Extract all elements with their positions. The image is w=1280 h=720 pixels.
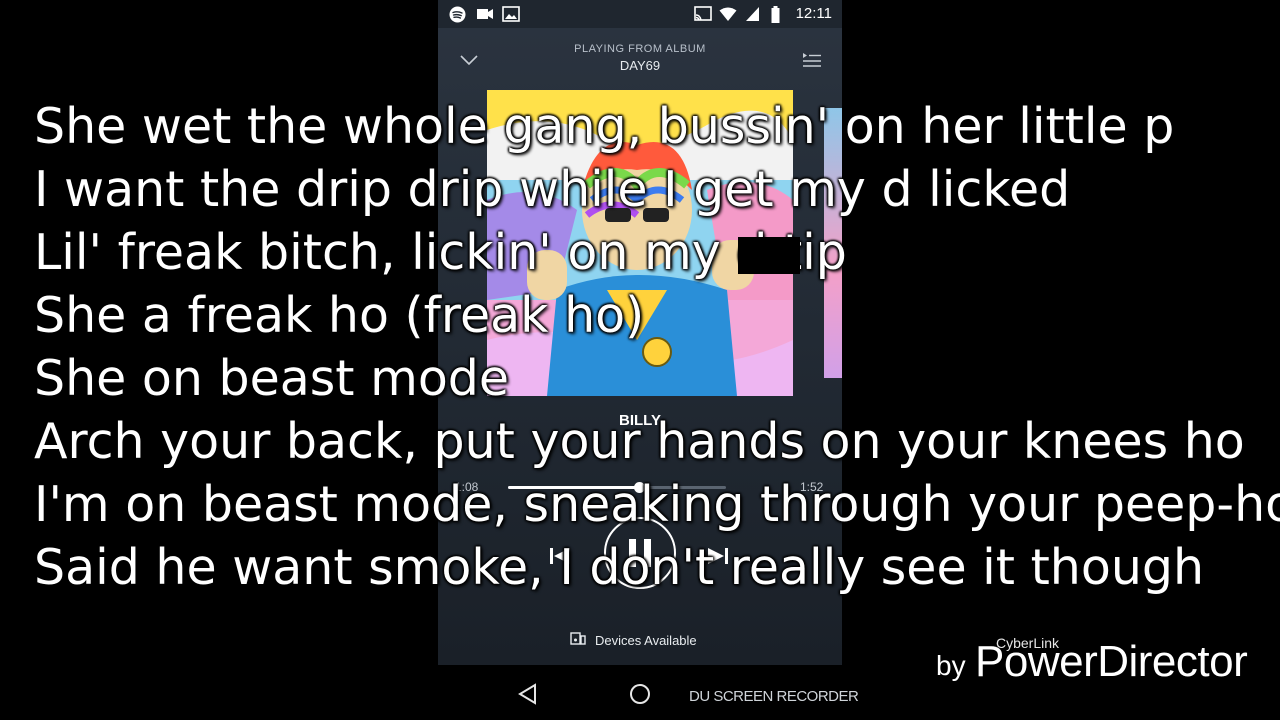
- watermark-product: PowerDirector: [975, 637, 1248, 686]
- lyric-line-4: She a freak ho (freak ho): [34, 287, 645, 344]
- cast-icon: [694, 6, 712, 26]
- album-name[interactable]: DAY69: [540, 58, 740, 73]
- lyric-line-5: She on beast mode: [34, 350, 510, 407]
- signal-icon: [745, 6, 760, 26]
- status-bar: 12:11: [438, 0, 842, 28]
- video-icon: [476, 6, 494, 26]
- playing-from-label: PLAYING FROM ALBUM: [574, 43, 706, 55]
- screen-recorder-watermark: DU SCREEN RECORDER: [689, 688, 859, 705]
- devices-icon: [570, 631, 586, 649]
- watermark-by: by: [936, 650, 966, 681]
- censor-bar: [738, 237, 800, 274]
- battery-icon: [771, 6, 780, 27]
- lyric-line-1: She wet the whole gang, bussin' on her l…: [34, 98, 1175, 155]
- lyric-line-2: I want the drip drip while I get my d li…: [34, 161, 1071, 218]
- chevron-down-icon[interactable]: [459, 52, 479, 71]
- spotify-icon: [449, 6, 466, 27]
- lyric-line-7: I'm on beast mode, sneaking through your…: [34, 476, 1280, 533]
- lyric-line-3: Lil' freak bitch, lickin' on my d tip: [34, 224, 847, 281]
- wifi-icon: [719, 6, 737, 26]
- home-icon[interactable]: [629, 683, 651, 709]
- image-icon: [502, 6, 520, 26]
- status-time: 12:11: [795, 5, 832, 22]
- queue-icon[interactable]: [802, 52, 822, 72]
- lyric-line-6: Arch your back, put your hands on your k…: [34, 413, 1245, 470]
- lyric-line-8: Said he want smoke, I don't really see i…: [34, 539, 1205, 596]
- devices-label: Devices Available: [595, 632, 697, 648]
- devices-button[interactable]: Devices Available: [570, 631, 697, 649]
- back-icon[interactable]: [517, 683, 539, 709]
